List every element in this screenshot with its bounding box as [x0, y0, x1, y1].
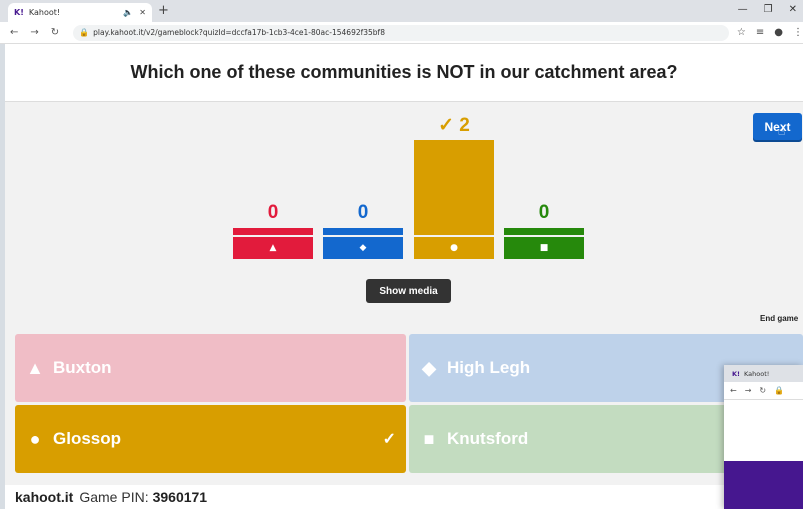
reload-icon[interactable]: ↻ — [759, 386, 766, 395]
bookmark-star-icon[interactable]: ☆ — [737, 27, 746, 38]
tab-title: Kahoot! — [28, 8, 61, 17]
second-window-tab[interactable]: K! Kahoot! — [724, 365, 803, 382]
kahoot-brand: kahoot.it — [15, 489, 74, 505]
url-field[interactable]: 🔒 play.kahoot.it/v2/gameblock?quizId=dcc… — [73, 24, 729, 41]
answer-label: Knutsford — [447, 429, 529, 448]
bar-count-label: 0 — [357, 202, 369, 223]
address-bar: ← → ↻ 🔒 play.kahoot.it/v2/gameblock?quiz… — [0, 22, 803, 44]
circle-icon: ● — [450, 243, 458, 253]
minimize-icon[interactable]: — — [738, 4, 748, 15]
bar-high-legh — [323, 228, 403, 235]
answer-glossop[interactable]: ● Glossop ✓ — [15, 405, 406, 473]
close-window-icon[interactable]: ✕ — [789, 4, 797, 15]
circle-icon: ● — [29, 428, 41, 449]
speaker-icon[interactable]: 🔈 — [123, 8, 133, 17]
bar-base-glossop: ● — [414, 237, 494, 259]
back-arrow-icon[interactable]: ← — [730, 386, 737, 395]
show-media-button[interactable]: Show media — [366, 279, 451, 303]
square-icon: ■ — [539, 243, 549, 253]
kahoot-favicon-icon: K! — [14, 8, 24, 17]
kahoot-favicon-icon: K! — [732, 369, 741, 378]
kahoot-page: Which one of these communities is NOT in… — [5, 44, 803, 509]
mouse-pointer-icon: ☝ — [778, 124, 786, 138]
back-arrow-icon[interactable]: ← — [10, 27, 18, 38]
answer-label: Glossop — [53, 429, 122, 448]
restore-icon[interactable]: ❐ — [764, 4, 773, 15]
browser-tab-bar: K! Kahoot! 🔈 ✕ + — ❐ ✕ — [0, 0, 803, 22]
lock-icon: 🔒 — [79, 28, 90, 37]
bar-knutsford — [504, 228, 584, 235]
end-game-link[interactable]: End game — [760, 314, 798, 323]
bar-buxton — [233, 228, 313, 235]
forward-arrow-icon[interactable]: → — [745, 386, 752, 395]
checkmark-icon: ✓ — [382, 431, 396, 448]
bar-count-label: 0 — [267, 202, 279, 223]
lock-icon: 🔒 — [774, 386, 785, 395]
window-controls: — ❐ ✕ — [738, 4, 797, 15]
square-icon: ■ — [423, 428, 435, 449]
answer-label: High Legh — [447, 358, 531, 377]
forward-arrow-icon[interactable]: → — [30, 27, 38, 38]
footer-bar: kahoot.it Game PIN: 3960171 — [5, 485, 803, 509]
bar-count-label: 0 — [538, 202, 550, 223]
bar-base-buxton: ▲ — [233, 237, 313, 259]
answer-buxton[interactable]: ▲ Buxton — [15, 334, 406, 402]
menu-kebab-icon[interactable]: ⋮ — [793, 27, 803, 38]
second-window-tab-title: Kahoot! — [744, 369, 770, 378]
bar-count-label: ✓ 2 — [438, 115, 470, 136]
bar-base-high-legh: ◆ — [323, 237, 403, 259]
bar-base-knutsford: ■ — [504, 237, 584, 259]
url-text: play.kahoot.it/v2/gameblock?quizId=dccfa… — [93, 28, 385, 37]
close-tab-icon[interactable]: ✕ — [139, 8, 146, 17]
second-window-kahoot-content — [724, 461, 803, 509]
game-pin-value: 3960171 — [152, 489, 208, 505]
second-browser-window[interactable]: K! Kahoot! ← → ↻ 🔒 — [724, 365, 803, 509]
diamond-icon: ◆ — [359, 243, 367, 253]
triangle-icon: ▲ — [269, 243, 277, 253]
game-pin-label: Game PIN: — [79, 489, 149, 505]
triangle-icon: ▲ — [26, 357, 44, 378]
browser-tab-kahoot[interactable]: K! Kahoot! 🔈 ✕ — [8, 3, 152, 22]
answer-label: Buxton — [53, 358, 112, 377]
new-tab-plus-icon[interactable]: + — [158, 3, 169, 19]
results-chart: ▲ 0 ◆ 0 ● ✓ 2 ■ 0 — [5, 44, 803, 274]
reading-list-icon[interactable]: ≡ — [756, 27, 764, 38]
reload-icon[interactable]: ↻ — [51, 27, 59, 38]
diamond-icon: ◆ — [422, 357, 436, 378]
profile-avatar-icon[interactable]: ● — [774, 27, 783, 38]
second-window-nav: ← → ↻ 🔒 — [724, 382, 803, 400]
bar-glossop — [414, 140, 494, 235]
